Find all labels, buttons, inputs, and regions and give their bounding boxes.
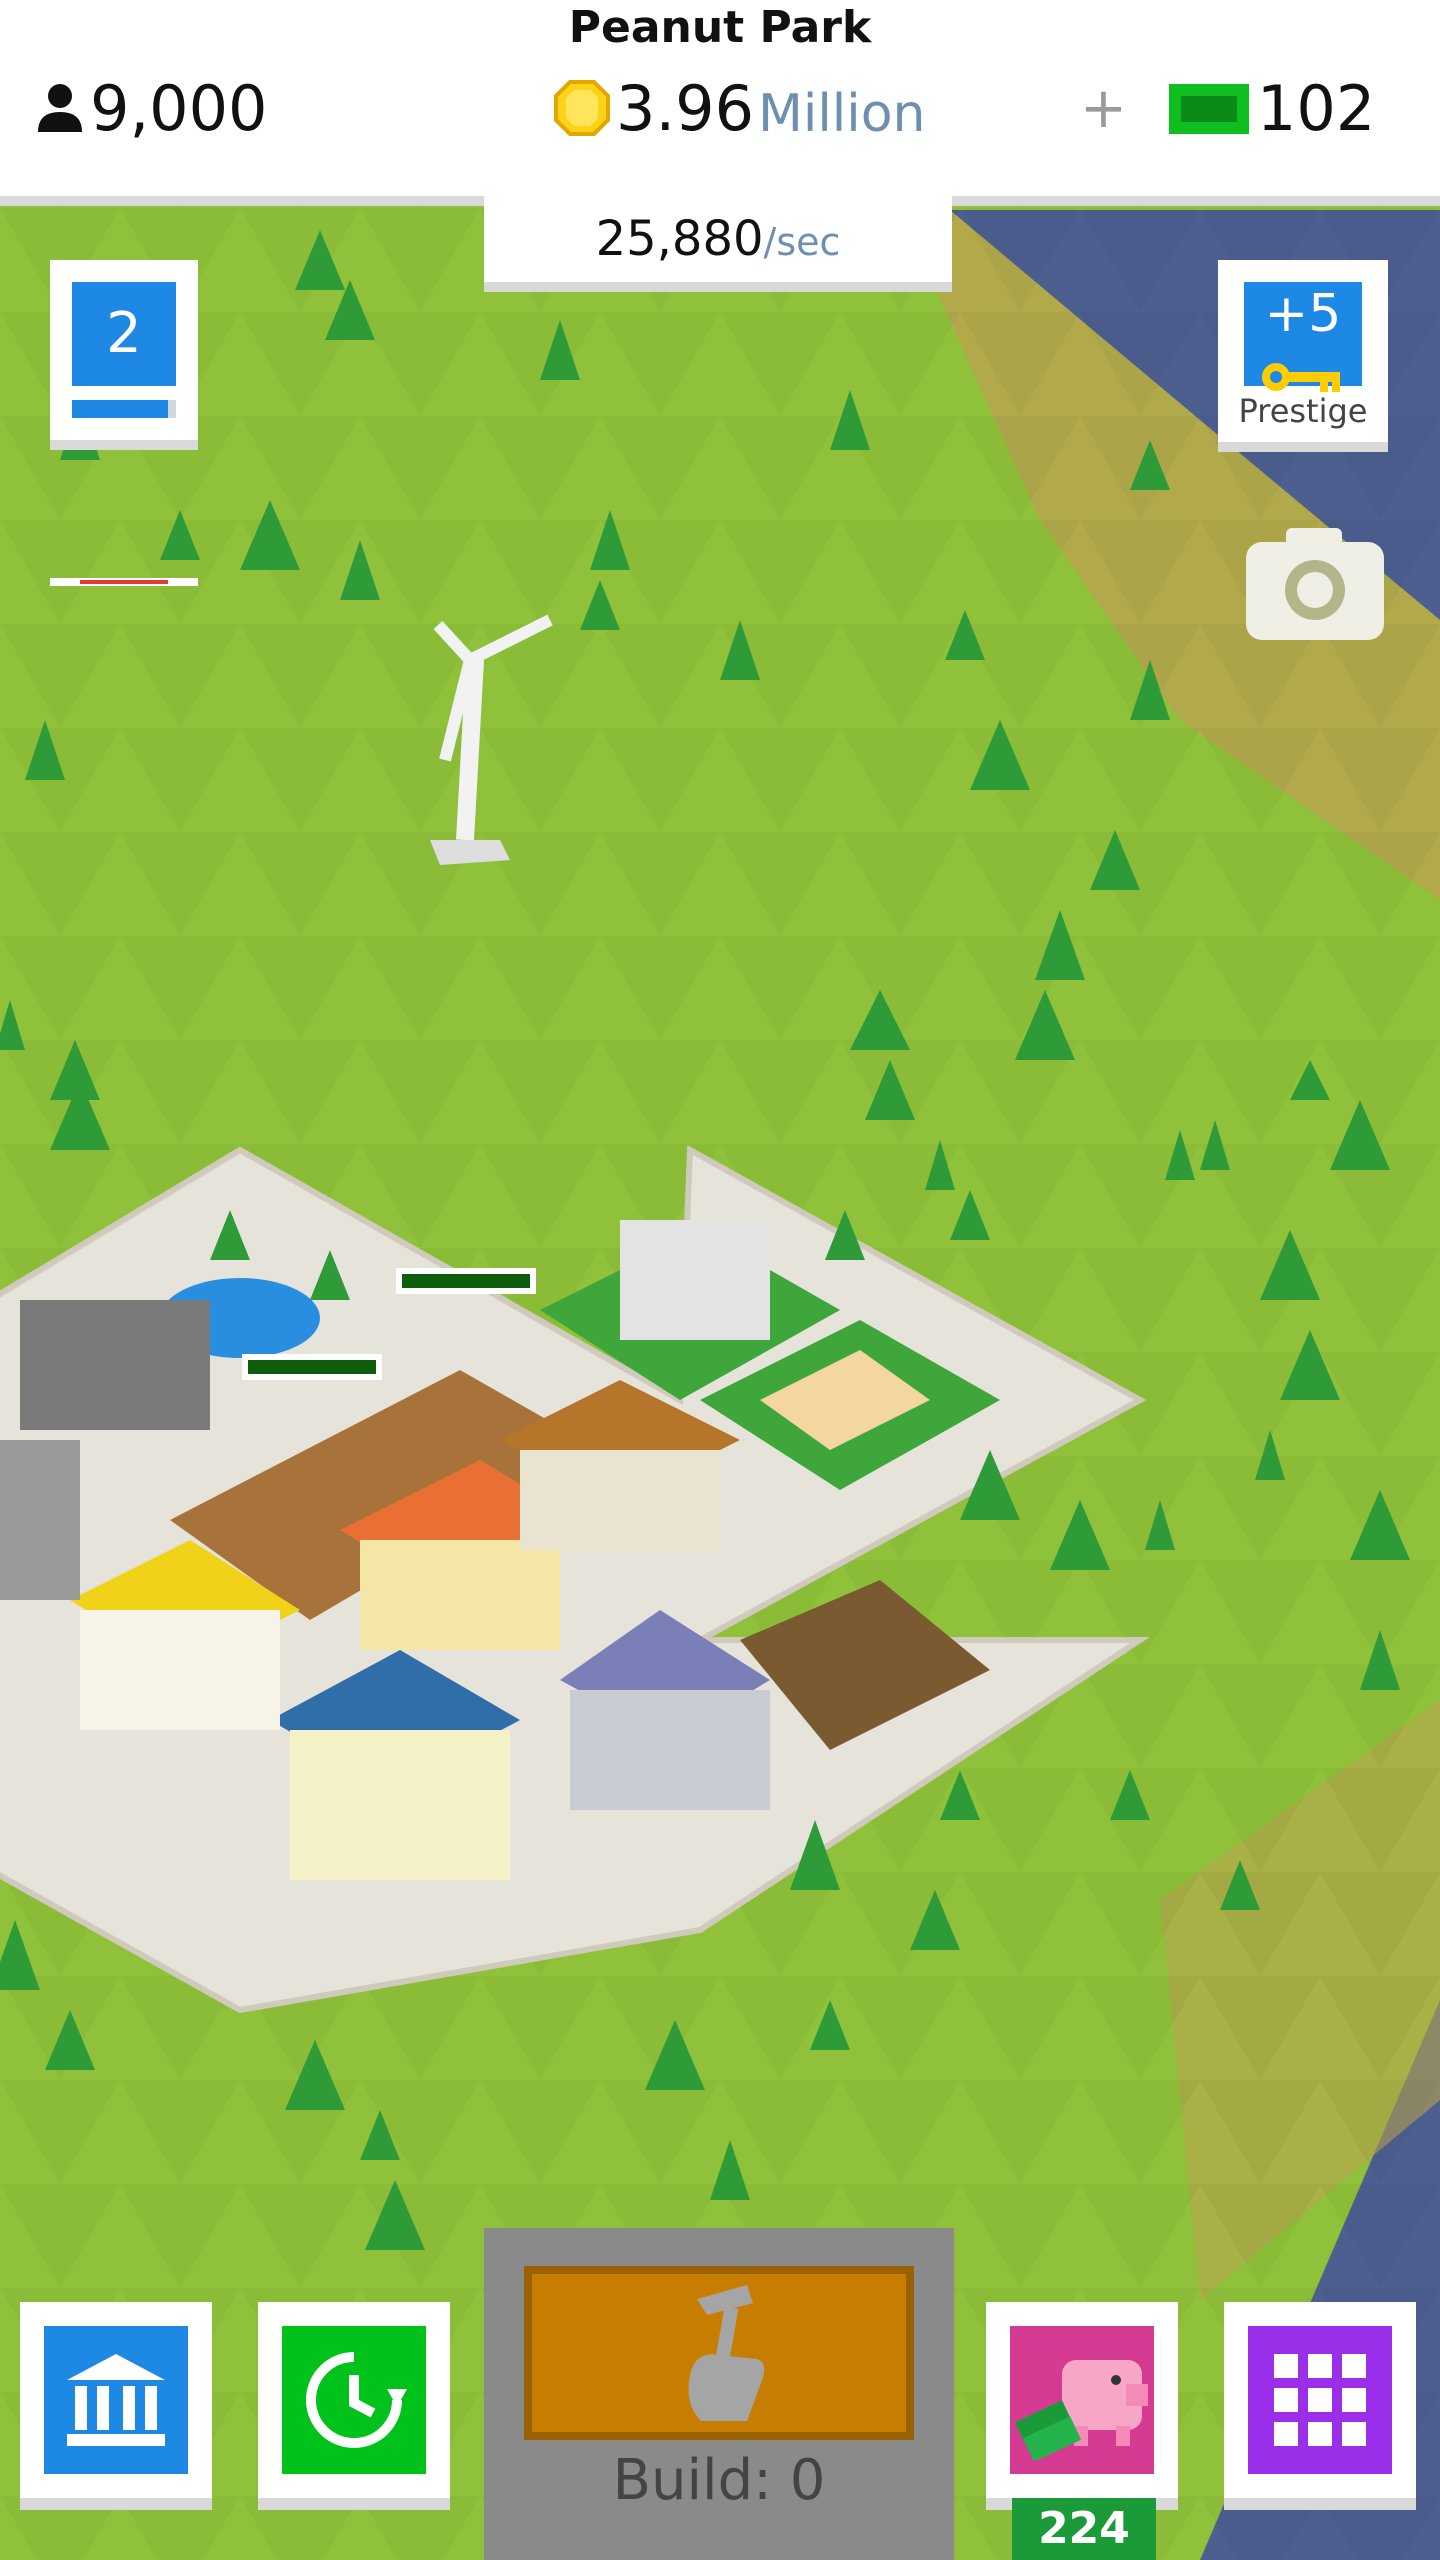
income-rate-unit: /sec: [763, 220, 841, 264]
factory-building[interactable]: [20, 1300, 210, 1430]
build-button[interactable]: Build: 0: [484, 2228, 954, 2560]
level-progress-bar: [72, 400, 176, 418]
prestige-button[interactable]: +5 Prestige: [1218, 260, 1388, 452]
gems-value: 102: [1256, 71, 1376, 145]
income-rate-value: 25,880: [595, 211, 764, 267]
top-bar: Peanut Park 9,000 3.96 Million + 102: [0, 0, 1440, 206]
income-rate: 25,880/sec: [484, 196, 952, 292]
gem-bill-icon: [1168, 84, 1249, 134]
population-counter: 9,000: [36, 68, 268, 148]
money-unit: Million: [758, 84, 926, 144]
money-counter: 3.96 Million: [552, 68, 925, 148]
prestige-value: +5: [1264, 284, 1342, 344]
population-value: 9,000: [90, 71, 268, 145]
grid-menu-icon: [1274, 2354, 1366, 2446]
gems-counter: + 102: [1080, 68, 1375, 148]
menu-grid-button[interactable]: [1224, 2302, 1416, 2510]
build-label: Build: 0: [612, 2448, 826, 2513]
level-value: 2: [72, 282, 176, 386]
city-name[interactable]: Peanut Park: [0, 2, 1440, 53]
level-button[interactable]: 2: [50, 260, 198, 450]
coin-icon: [554, 80, 610, 136]
money-value: 3.96: [616, 71, 755, 145]
piggy-bank-button[interactable]: [986, 2302, 1178, 2510]
key-icon: [1262, 363, 1340, 392]
parking-garage[interactable]: [0, 1440, 80, 1600]
piggy-bank-icon: [1014, 2360, 1148, 2460]
bank-icon: [67, 2354, 165, 2446]
add-gems-button[interactable]: +: [1080, 76, 1127, 141]
time-boost-button[interactable]: [258, 2302, 450, 2510]
bank-button[interactable]: [20, 2302, 212, 2510]
mini-progress-bar: [50, 578, 198, 586]
prestige-label: Prestige: [1238, 392, 1368, 430]
build-area: [524, 2266, 914, 2440]
clock-refresh-icon: [306, 2352, 407, 2448]
level-progress-fill: [72, 400, 168, 418]
piggy-bank-count-badge: 224: [1012, 2498, 1156, 2560]
person-icon: [38, 84, 82, 132]
server-building[interactable]: [620, 1220, 770, 1340]
camera-icon[interactable]: [1246, 528, 1384, 640]
hammer-hand-icon: [688, 2285, 765, 2421]
prestige-badge: +5: [1244, 282, 1362, 392]
